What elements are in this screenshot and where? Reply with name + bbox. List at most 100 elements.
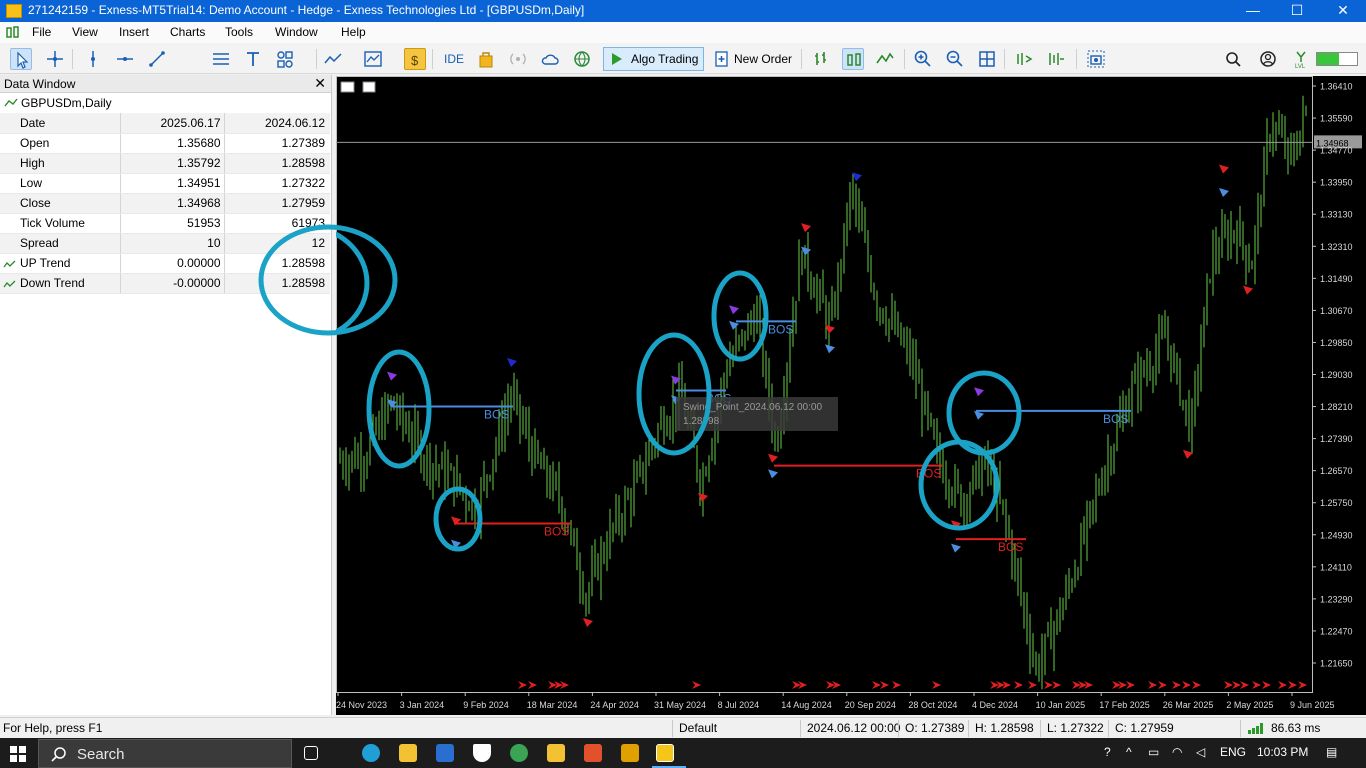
clock[interactable]: 10:03 PM (1257, 745, 1308, 759)
cursor-icon (17, 51, 29, 69)
store-icon[interactable] (436, 744, 454, 762)
toolbar-separator (72, 49, 73, 69)
data-row: Open 1.35680 1.27389 (0, 133, 330, 154)
text-tool-button[interactable] (242, 48, 264, 70)
data-window-symbol-row: GBPUSDm,Daily (0, 93, 331, 113)
depth-of-market-icon (362, 81, 376, 93)
candles (339, 95, 1307, 690)
notes-app-icon[interactable] (547, 744, 565, 762)
notifications-icon[interactable]: ▤ (1326, 745, 1337, 759)
brave-browser-icon[interactable] (584, 744, 602, 762)
bos-label: BOS (998, 540, 1023, 554)
menu-window[interactable]: Window (275, 25, 318, 39)
data-row-label: Down Trend (0, 273, 121, 294)
crosshair-button[interactable] (44, 48, 66, 70)
price-chart[interactable]: 1.34968 1.36410 1.35590 1.34770 1.33950 1.331… (336, 76, 1366, 715)
price-tick-label: 1.32310 (1320, 242, 1353, 252)
horizontal-line-button[interactable] (114, 48, 136, 70)
minimize-button[interactable]: — (1230, 0, 1276, 22)
market-button[interactable] (475, 48, 497, 70)
autoscroll-button[interactable] (1013, 48, 1035, 70)
app-icon[interactable] (510, 744, 528, 762)
task-view-icon[interactable] (304, 746, 318, 760)
toolbar-separator (904, 49, 905, 69)
signal-arrow (1172, 681, 1181, 689)
indicator-icon (3, 280, 16, 287)
battery-icon[interactable]: ▭ (1148, 745, 1159, 759)
menu-charts[interactable]: Charts (170, 25, 205, 39)
security-shield-icon[interactable] (473, 744, 491, 762)
volume-icon[interactable]: ◁ (1196, 745, 1205, 759)
menu-tools[interactable]: Tools (225, 25, 253, 39)
volume-level-button[interactable]: LVL (1290, 48, 1312, 70)
plot-frame (336, 76, 1313, 693)
data-row-label: UP Trend (0, 253, 121, 274)
data-row-label-text: Spread (20, 236, 59, 250)
chevron-up-icon[interactable]: ^ (1126, 745, 1132, 759)
windows-start-icon[interactable] (10, 746, 26, 762)
shapes-button[interactable] (274, 48, 296, 70)
price-tick-label: 1.21650 (1320, 659, 1353, 669)
swing-point-arrow (801, 223, 811, 233)
menu-insert[interactable]: Insert (119, 25, 149, 39)
channel-button[interactable] (210, 48, 232, 70)
cursor-tool-button[interactable] (10, 48, 32, 70)
signals-button[interactable] (507, 48, 529, 70)
zoom-in-icon (914, 50, 931, 67)
date-tick-label: 31 May 2024 (654, 700, 706, 710)
trendline-button[interactable] (146, 48, 168, 70)
ide-button[interactable]: IDE (444, 48, 464, 70)
status-low: L: 1.27322 (1047, 721, 1104, 735)
zoom-in-button[interactable] (912, 48, 934, 70)
sublime-icon[interactable] (621, 744, 639, 762)
edge-icon[interactable] (362, 744, 380, 762)
file-explorer-icon[interactable] (399, 744, 417, 762)
vps-button[interactable] (539, 48, 561, 70)
community-button[interactable] (571, 48, 593, 70)
vertical-line-button[interactable] (82, 48, 104, 70)
bar-chart-button[interactable] (810, 48, 832, 70)
menu-file[interactable]: File (32, 25, 51, 39)
signal-arrow (1298, 681, 1307, 689)
chart-canvas[interactable]: 1.349681.364101.355901.347701.339501.331… (336, 76, 1366, 715)
cloud-icon (541, 54, 559, 65)
templates-button[interactable] (362, 48, 384, 70)
algo-trading-button[interactable]: Algo Trading (603, 47, 704, 71)
status-open: O: 1.27389 (905, 721, 965, 735)
help-icon[interactable]: ? (1104, 745, 1111, 759)
menu-help[interactable]: Help (341, 25, 366, 39)
data-row: UP Trend 0.00000 1.28598 (0, 253, 330, 274)
chart-shift-button[interactable] (1045, 48, 1067, 70)
indicators-button[interactable] (322, 48, 344, 70)
date-tick-label: 20 Sep 2024 (845, 700, 896, 710)
line-chart-button[interactable] (874, 48, 896, 70)
close-panel-button[interactable]: ✕ (314, 75, 326, 92)
new-order-button[interactable] (711, 48, 729, 70)
maximize-button[interactable]: ☐ (1274, 0, 1320, 22)
tile-windows-button[interactable] (976, 48, 998, 70)
status-separator (1240, 720, 1241, 737)
new-order-label[interactable]: New Order (734, 48, 792, 70)
date-tick-label: 9 Feb 2024 (463, 700, 509, 710)
date-tick-label: 10 Jan 2025 (1036, 700, 1086, 710)
data-row-value-current: -0.00000 (120, 273, 225, 294)
screenshot-button[interactable] (1085, 48, 1107, 70)
price-tick-label: 1.24110 (1320, 562, 1352, 572)
wifi-icon[interactable]: ◠ (1172, 745, 1182, 759)
zoom-out-button[interactable] (944, 48, 966, 70)
trade-button[interactable]: $ (404, 48, 426, 70)
menu-view[interactable]: View (72, 25, 98, 39)
globe-icon (574, 51, 590, 67)
taskbar-search-label: Search (77, 746, 125, 763)
signal-arrow (1014, 681, 1023, 689)
metatrader-taskbar-icon[interactable] (656, 744, 674, 762)
status-profile: Default (679, 721, 718, 735)
signal-arrow (1148, 681, 1157, 689)
close-window-button[interactable]: ✕ (1320, 0, 1366, 22)
account-button[interactable] (1257, 48, 1279, 70)
search-button[interactable] (1222, 48, 1244, 70)
ping-bars-icon (1248, 723, 1263, 734)
language-indicator[interactable]: ENG (1220, 745, 1246, 759)
taskbar-search[interactable]: Search (38, 739, 292, 768)
candlestick-button[interactable] (842, 48, 864, 70)
